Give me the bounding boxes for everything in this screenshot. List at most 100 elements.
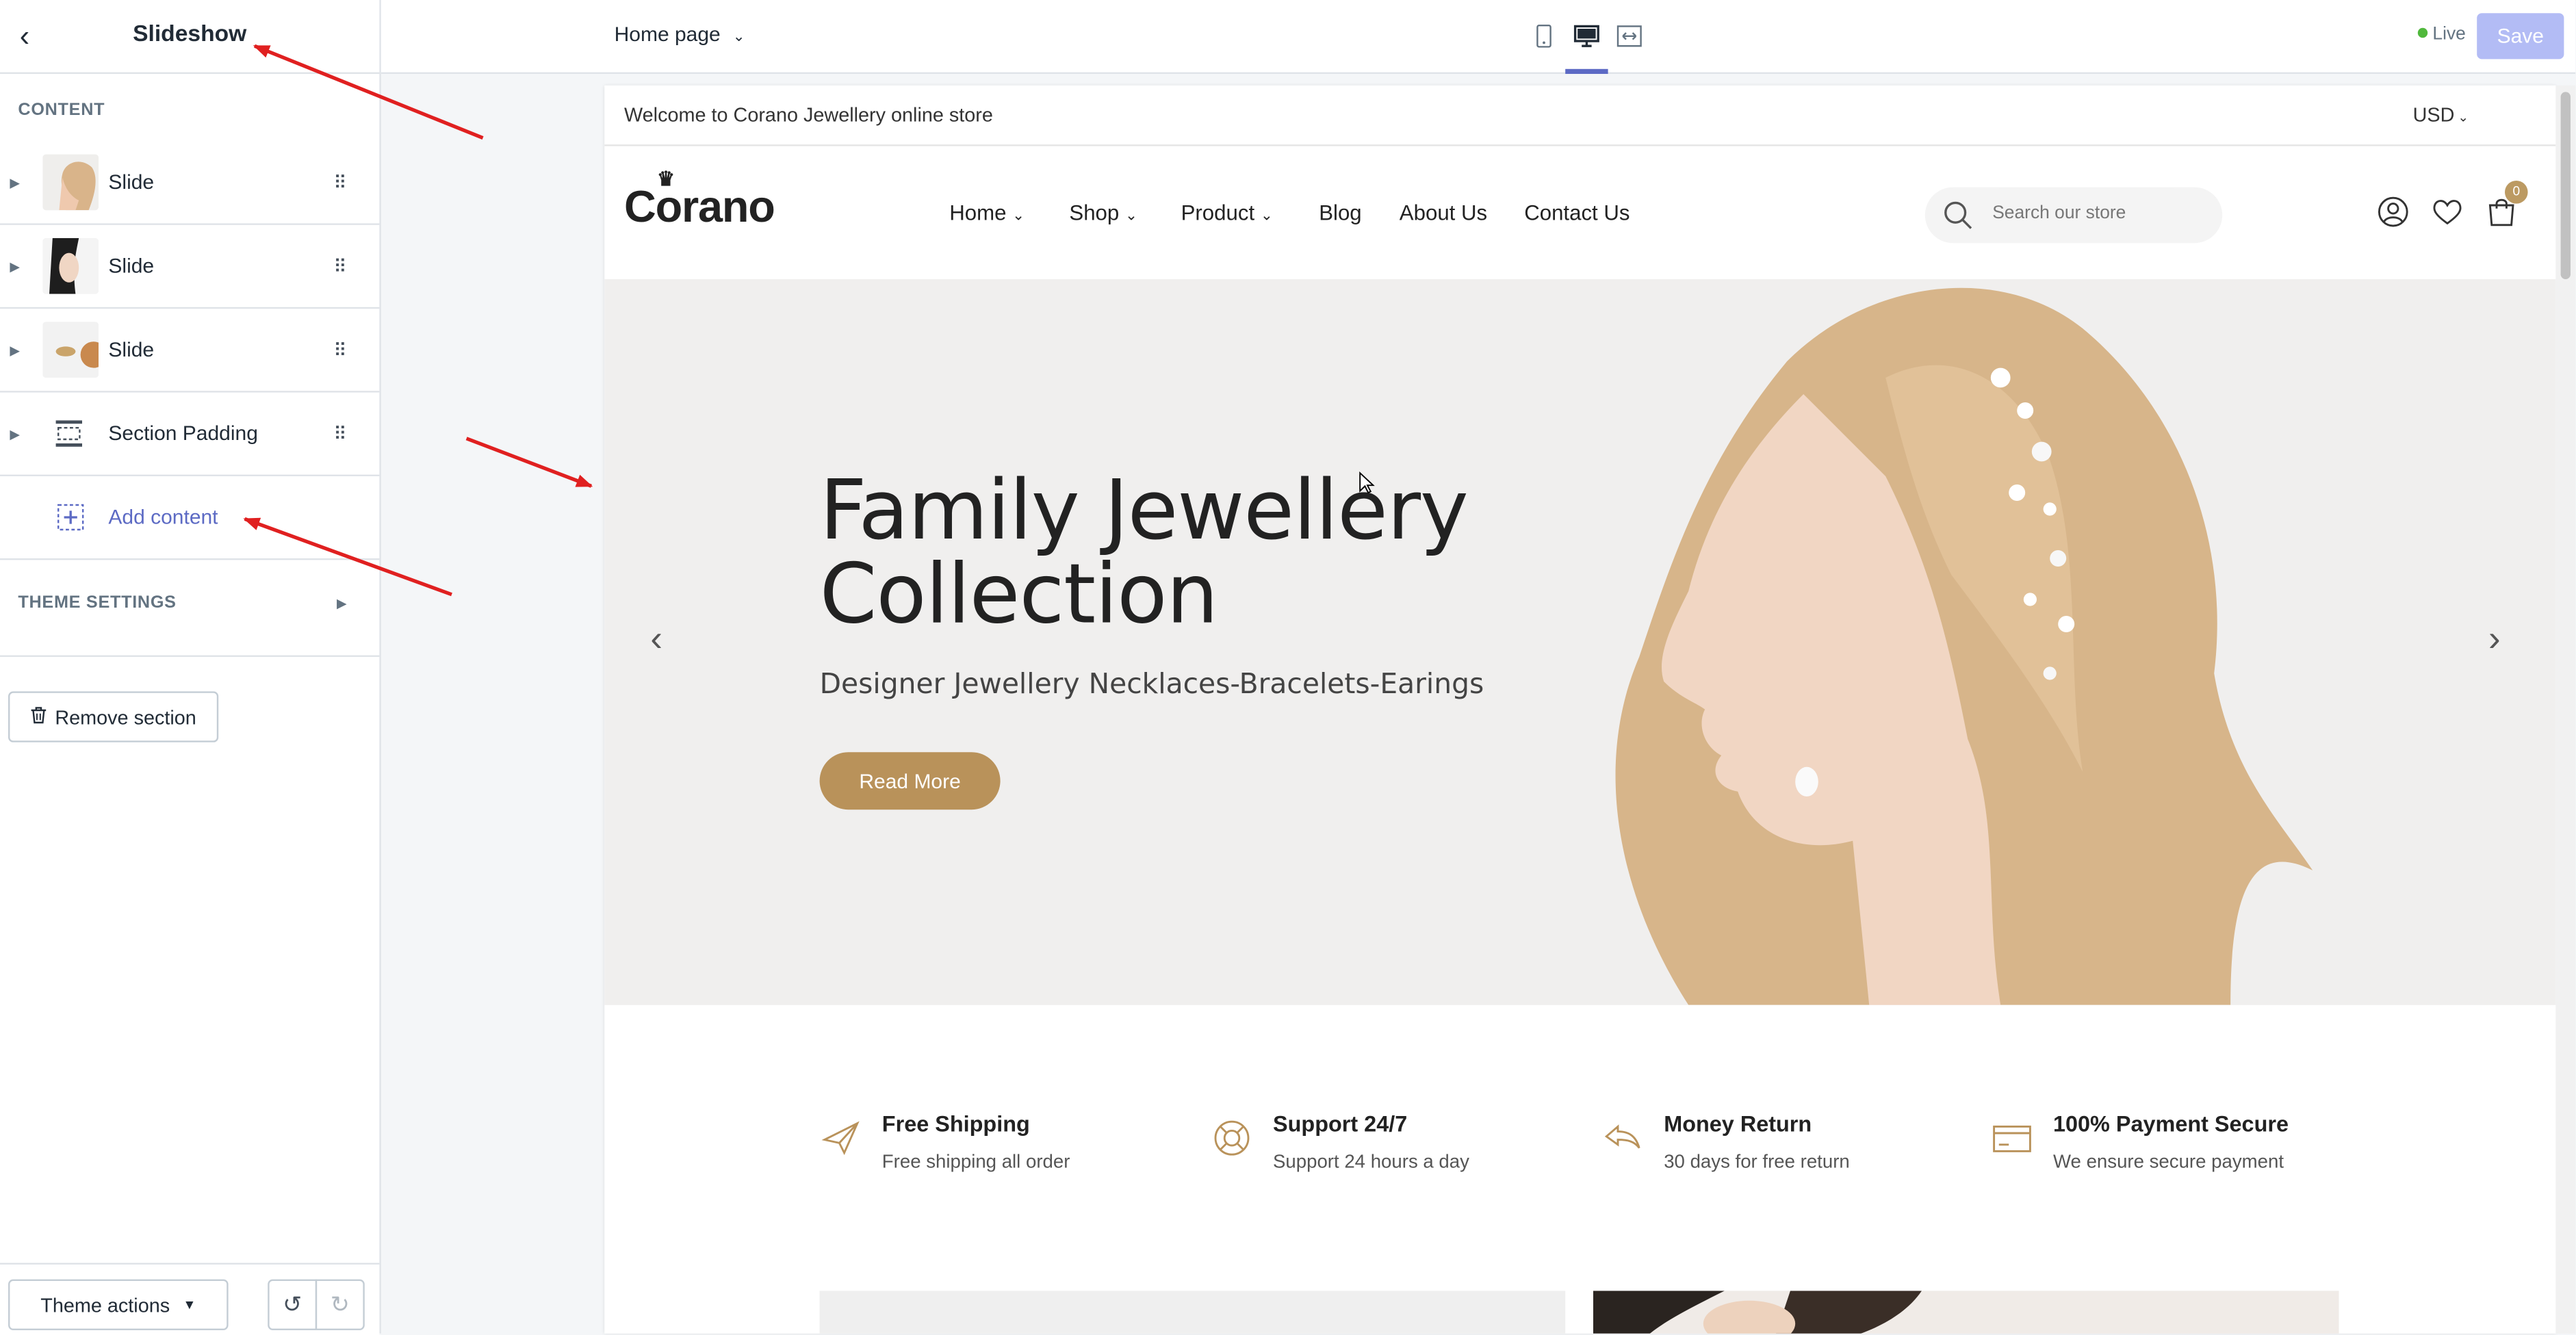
search-icon <box>1944 201 1972 229</box>
hero-title-line: Collection <box>819 547 1219 643</box>
sidebar-item-section-padding[interactable]: ▶ Section Padding ⠿ <box>0 393 380 476</box>
cart-count-badge: 0 <box>2505 181 2528 204</box>
dropdown-caret-icon: ▼ <box>183 1297 196 1312</box>
card-icon <box>1993 1125 2031 1152</box>
caret-right-icon[interactable]: ▶ <box>10 175 20 190</box>
scrollbar-thumb[interactable] <box>2560 92 2571 280</box>
sidebar-footer: Theme actions ▼ ↺ ↻ <box>0 1262 380 1335</box>
mobile-view-icon[interactable] <box>1528 20 1560 53</box>
chevron-right-icon[interactable]: › <box>2488 617 2501 660</box>
plane-icon <box>821 1121 860 1156</box>
slide-thumbnail <box>42 238 99 294</box>
feature-subtitle: 30 days for free return <box>1664 1152 1850 1173</box>
drag-handle-icon[interactable]: ⠿ <box>333 339 346 361</box>
theme-preview: Welcome to Corano Jewellery online store… <box>604 85 2556 1334</box>
mouse-cursor-icon <box>1359 471 1375 494</box>
chevron-down-icon: ⌄ <box>1125 207 1138 224</box>
desktop-view-icon[interactable] <box>1570 20 1603 53</box>
sidebar-item-label: Slide <box>108 255 155 278</box>
slide-thumbnail <box>42 322 99 378</box>
chevron-down-icon: ⌄ <box>1260 207 1273 224</box>
hero-image <box>1615 287 2313 1005</box>
editor-topbar: Home page ⌄ Live Save <box>381 0 2576 75</box>
nav-label: Home <box>949 200 1007 225</box>
store-search[interactable]: Search our store <box>1924 187 2223 244</box>
sidebar-header: ‹ Slideshow <box>0 0 380 75</box>
banner-image-left <box>819 1291 1566 1334</box>
live-status: Live <box>2417 25 2466 44</box>
announcement-bar: Welcome to Corano Jewellery online store… <box>604 86 2556 146</box>
feature-title: Support 24/7 <box>1273 1111 1408 1137</box>
slide-thumbnail <box>42 154 99 211</box>
nav-item-blog[interactable]: Blog <box>1319 200 1361 225</box>
sidebar-item-label: Section Padding <box>108 422 258 445</box>
currency-label: USD <box>2412 103 2455 127</box>
logo-text: Corano <box>624 182 775 232</box>
nav-label: Product <box>1181 200 1255 225</box>
caret-right-icon[interactable]: ▶ <box>10 259 20 274</box>
live-status-label: Live <box>2432 25 2466 44</box>
return-icon <box>1604 1124 1640 1149</box>
sidebar-item-label: Slide <box>108 338 155 361</box>
nav-item-home[interactable]: Home ⌄ <box>949 200 1025 225</box>
chevron-down-icon: ⌄ <box>1012 207 1025 224</box>
theme-settings-label: THEME SETTINGS <box>18 593 177 613</box>
nav-item-shop[interactable]: Shop ⌄ <box>1069 200 1137 225</box>
active-view-indicator <box>1565 68 1608 75</box>
remove-section-button[interactable]: Remove section <box>8 691 219 742</box>
preview-scrollbar[interactable] <box>2555 85 2576 1334</box>
banner-image-right <box>1593 1291 2339 1334</box>
caret-right-icon[interactable]: ▶ <box>10 426 20 441</box>
sidebar-item-slide-1[interactable]: ▶ Slide ⠿ <box>0 141 380 225</box>
nav-item-product[interactable]: Product ⌄ <box>1181 200 1273 225</box>
redo-icon: ↻ <box>330 1291 350 1317</box>
hero-subtitle: Designer Jewellery Necklaces-Bracelets-E… <box>819 668 1484 701</box>
sidebar-item-label: Slide <box>108 170 155 194</box>
trash-icon <box>30 705 48 729</box>
content-section-label: CONTENT <box>18 100 105 120</box>
add-block-icon <box>56 502 86 532</box>
theme-actions-button[interactable]: Theme actions ▼ <box>8 1279 229 1331</box>
page-selector[interactable]: Home page ⌄ <box>615 23 745 47</box>
caret-right-icon: ▶ <box>337 596 347 611</box>
save-button[interactable]: Save <box>2477 13 2564 60</box>
redo-button[interactable]: ↻ <box>315 1279 365 1331</box>
chevron-left-icon[interactable]: ‹ <box>650 617 662 660</box>
add-content-button[interactable]: Add content <box>0 476 380 560</box>
drag-handle-icon[interactable]: ⠿ <box>333 423 346 444</box>
lifebuoy-icon <box>1214 1120 1250 1156</box>
features-row: Free Shipping Free shipping all order Su… <box>604 1005 2555 1284</box>
drag-handle-icon[interactable]: ⠿ <box>333 172 346 193</box>
sidebar-item-slide-3[interactable]: ▶ Slide ⠿ <box>0 309 380 393</box>
search-placeholder: Search our store <box>1992 203 2126 224</box>
feature-subtitle: Support 24 hours a day <box>1273 1152 1469 1173</box>
crown-icon: ♛ <box>657 167 675 191</box>
drag-handle-icon[interactable]: ⠿ <box>333 255 346 277</box>
nav-item-about[interactable]: About Us <box>1400 200 1487 225</box>
caret-right-icon[interactable]: ▶ <box>10 342 20 357</box>
editor-sidebar: ‹ Slideshow CONTENT ▶ Slide ⠿ ▶ Slide ⠿ … <box>0 0 381 1335</box>
store-header: ♛ Corano Home ⌄ Shop ⌄ Product ⌄ Blog Ab… <box>604 146 2555 279</box>
page-selector-label: Home page <box>614 23 721 47</box>
add-content-label: Add content <box>108 506 218 529</box>
live-dot-icon <box>2417 27 2428 38</box>
sidebar-item-slide-2[interactable]: ▶ Slide ⠿ <box>0 225 380 309</box>
fullwidth-view-icon[interactable] <box>1613 20 1646 53</box>
undo-button[interactable]: ↺ <box>268 1279 318 1331</box>
feature-subtitle: Free shipping all order <box>881 1152 1070 1173</box>
section-layout-icon <box>54 419 83 448</box>
announcement-text: Welcome to Corano Jewellery online store <box>624 103 993 127</box>
theme-settings-toggle[interactable]: THEME SETTINGS ▶ <box>0 560 380 658</box>
feature-title: Free Shipping <box>881 1111 1030 1137</box>
user-icon[interactable] <box>2377 196 2410 229</box>
nav-item-contact[interactable]: Contact Us <box>1524 200 1630 225</box>
sidebar-title: Slideshow <box>133 19 247 47</box>
chevron-down-icon: ⌄ <box>2458 109 2469 125</box>
hero-slideshow: Family Jewellery Collection Designer Jew… <box>604 279 2556 1005</box>
heart-icon[interactable] <box>2431 196 2464 229</box>
feature-subtitle: We ensure secure payment <box>2053 1152 2284 1173</box>
currency-selector[interactable]: USD ⌄ <box>2413 103 2469 127</box>
read-more-button[interactable]: Read More <box>819 752 1001 810</box>
store-logo[interactable]: ♛ Corano <box>624 168 775 233</box>
chevron-down-icon: ⌄ <box>732 27 745 44</box>
